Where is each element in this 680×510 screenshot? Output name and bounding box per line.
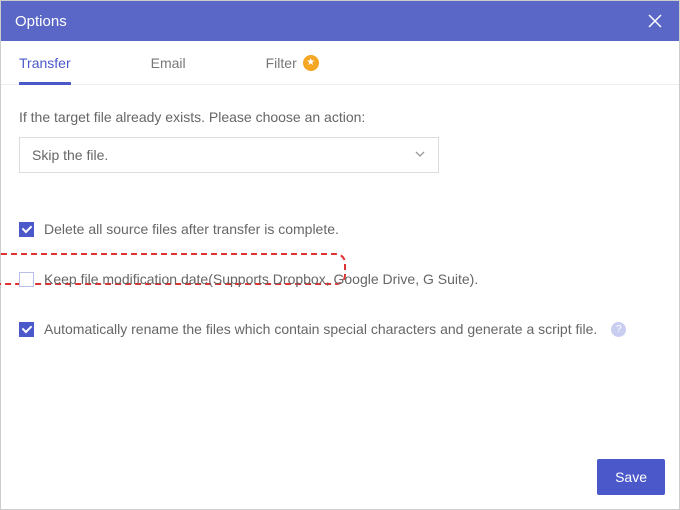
close-icon[interactable] (645, 11, 665, 31)
tab-bar: Transfer Email Filter ★ (1, 41, 679, 85)
tab-transfer[interactable]: Transfer (19, 41, 71, 84)
save-button[interactable]: Save (597, 459, 665, 495)
titlebar: Options (1, 1, 679, 41)
help-icon[interactable]: ? (611, 322, 626, 337)
tab-filter[interactable]: Filter ★ (266, 41, 319, 84)
opt-keepdate-row: Keep file modification date(Supports Dro… (19, 271, 661, 287)
tab-email[interactable]: Email (151, 41, 186, 84)
checkbox-delete[interactable] (19, 222, 34, 237)
tab-label: Transfer (19, 55, 71, 71)
tab-label: Email (151, 55, 186, 71)
checkbox-label: Automatically rename the files which con… (44, 321, 597, 337)
star-icon: ★ (303, 55, 319, 71)
opt-delete-row: Delete all source files after transfer i… (19, 221, 661, 237)
content-pane: If the target file already exists. Pleas… (1, 85, 679, 509)
chevron-down-icon (414, 147, 426, 163)
button-label: Save (615, 469, 647, 485)
tab-label: Filter (266, 55, 297, 71)
window-title: Options (15, 13, 67, 30)
checkbox-keepdate[interactable] (19, 272, 34, 287)
opt-rename-row: Automatically rename the files which con… (19, 321, 661, 337)
exists-action-select[interactable]: Skip the file. (19, 137, 439, 173)
exists-prompt: If the target file already exists. Pleas… (19, 109, 661, 125)
checkbox-label: Keep file modification date(Supports Dro… (44, 271, 478, 287)
checkbox-label: Delete all source files after transfer i… (44, 221, 339, 237)
checkbox-rename[interactable] (19, 322, 34, 337)
select-value: Skip the file. (32, 147, 108, 163)
